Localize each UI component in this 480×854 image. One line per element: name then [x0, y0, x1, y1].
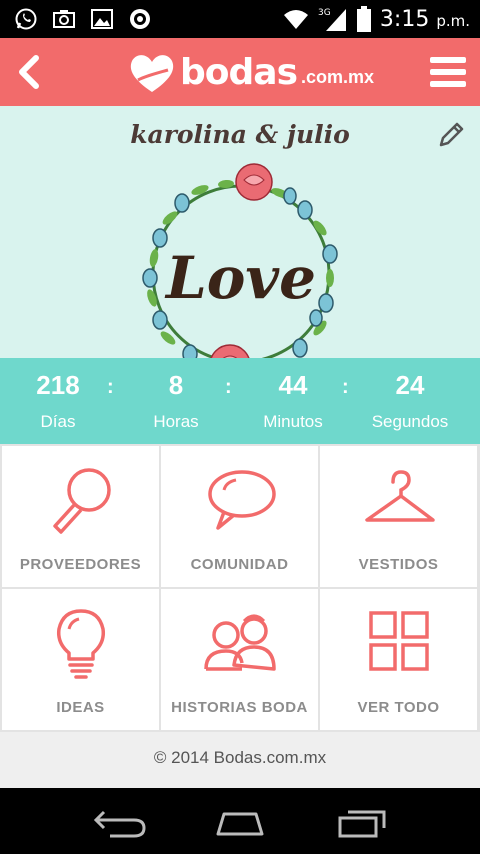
- wifi-icon: [283, 10, 308, 29]
- lightbulb-icon: [56, 609, 106, 679]
- edit-button[interactable]: [436, 120, 466, 150]
- status-bar: 3G 3:15 p.m.: [0, 0, 480, 38]
- logo-text: bodas: [180, 51, 298, 93]
- camera-icon: [52, 7, 76, 31]
- nav-home-button[interactable]: [210, 806, 270, 838]
- home-nav-icon: [216, 812, 264, 836]
- countdown-bar: 218 Días : 8 Horas : 44 Minutos : 24 Seg…: [0, 358, 480, 444]
- tile-vestidos[interactable]: VESTIDOS: [320, 446, 477, 587]
- grid-icon: [369, 611, 429, 671]
- couple-names: karolina & julio: [130, 120, 350, 149]
- love-text: Love: [164, 244, 316, 312]
- nav-back-button[interactable]: [90, 806, 150, 838]
- tile-ideas[interactable]: IDEAS: [2, 589, 159, 730]
- couple-icon: [204, 614, 276, 671]
- tile-label: VER TODO: [357, 699, 440, 716]
- clock: 3:15 p.m.: [379, 6, 470, 32]
- whatsapp-icon: [14, 7, 38, 31]
- wedding-hero: karolina & julio Love: [0, 106, 480, 358]
- recents-nav-icon: [338, 810, 386, 838]
- logo-suffix: .com.mx: [301, 66, 375, 87]
- countdown-hours: 8 Horas: [153, 370, 199, 431]
- countdown-days: 218 Días: [36, 370, 80, 431]
- love-wreath-illustration: Love: [142, 163, 338, 358]
- countdown-separator: :: [225, 376, 232, 398]
- signal-3g-icon: 3G: [318, 8, 346, 31]
- battery-icon: [356, 6, 371, 32]
- pencil-icon: [439, 122, 464, 147]
- tile-label: PROVEEDORES: [19, 556, 142, 573]
- tile-historias-boda[interactable]: HISTORIAS BODA: [161, 589, 318, 730]
- tile-proveedores[interactable]: PROVEEDORES: [2, 446, 159, 587]
- tile-label: HISTORIAS BODA: [171, 699, 308, 716]
- tile-label: IDEAS: [56, 699, 105, 716]
- settings-icon: [128, 7, 152, 31]
- tile-comunidad[interactable]: COMUNIDAD: [161, 446, 318, 587]
- countdown-seconds: 24 Segundos: [371, 370, 449, 431]
- back-button[interactable]: [10, 50, 50, 94]
- gallery-icon: [90, 7, 114, 31]
- speech-bubble-icon: [208, 470, 276, 530]
- copyright-footer: © 2014 Bodas.com.mx: [0, 732, 480, 788]
- feature-grid: PROVEEDORES COMUNIDAD VESTIDOS IDEAS HIS…: [0, 444, 480, 732]
- tile-label: VESTIDOS: [358, 556, 439, 573]
- app-header: bodas .com.mx: [0, 38, 480, 106]
- hanger-icon: [365, 470, 435, 522]
- tile-ver-todo[interactable]: VER TODO: [320, 589, 477, 730]
- tile-label: COMUNIDAD: [190, 556, 289, 573]
- menu-button[interactable]: [428, 52, 468, 92]
- countdown-separator: :: [107, 376, 114, 398]
- heart-logo-icon: [130, 55, 174, 92]
- android-nav-bar: [0, 788, 480, 854]
- svg-text:3G: 3G: [318, 8, 331, 18]
- chevron-left-icon: [19, 55, 39, 89]
- countdown-minutes: 44 Minutos: [263, 370, 323, 431]
- magnifier-icon: [53, 468, 111, 534]
- nav-recents-button[interactable]: [332, 806, 392, 838]
- back-nav-icon: [93, 810, 146, 838]
- bodas-logo: bodas .com.mx: [128, 46, 374, 98]
- countdown-separator: :: [342, 376, 349, 398]
- hamburger-menu-icon: [430, 57, 466, 87]
